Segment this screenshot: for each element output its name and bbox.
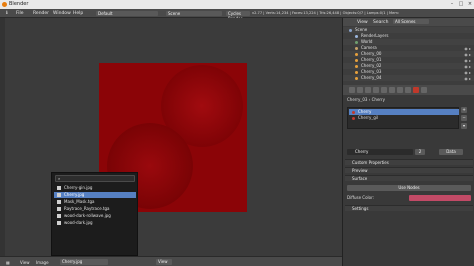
close-icon[interactable]: × — [466, 1, 474, 7]
menu-render[interactable]: Render — [33, 11, 49, 16]
mesh-object-icon — [355, 70, 358, 74]
scene-stats: v2.77 | Verts:14,234 | Faces:13,224 | Tr… — [252, 11, 400, 15]
image-browser-popup[interactable]: ⌕ Cherry-gin.jpg Cherry.jpg Mask_Mask.tg… — [51, 172, 138, 256]
render-layers-icon — [355, 34, 358, 38]
panel-custom-properties[interactable]: Custom Properties — [345, 159, 473, 165]
render-engine-select[interactable]: Cycles Render — [226, 11, 250, 21]
modifiers-tab-icon[interactable] — [397, 87, 403, 93]
layout-select[interactable]: Default — [96, 11, 158, 16]
layers-tab-icon[interactable] — [357, 87, 363, 93]
material-name-value: Cherry — [355, 149, 369, 154]
remove-slot-button[interactable]: − — [461, 115, 467, 121]
scene-select[interactable]: Scene — [166, 11, 222, 16]
menu-file[interactable]: File — [16, 11, 24, 16]
image-file-icon — [57, 193, 61, 197]
image-editor-header: ▦ View Image Cherry.jpg View — [0, 256, 342, 266]
slot-specials-button[interactable]: ▾ — [461, 123, 467, 129]
image-file-icon — [57, 214, 61, 218]
diffuse-color-row: Diffuse Color: — [347, 195, 471, 201]
menu-view[interactable]: View — [20, 260, 30, 265]
mesh-object-icon — [355, 52, 358, 56]
image-item[interactable]: wood-dark.jpg — [54, 220, 136, 226]
image-item[interactable]: Mask_Mask.tga — [54, 199, 136, 205]
image-item-label: Mask_Mask.tga — [64, 199, 95, 204]
menu-window[interactable]: Window — [53, 11, 71, 16]
breadcrumb-material: Cherry — [371, 97, 385, 102]
add-slot-button[interactable]: + — [461, 107, 467, 113]
search-icon: ⌕ — [58, 176, 61, 181]
image-file-icon — [57, 200, 61, 204]
use-nodes-button[interactable]: Use Nodes — [347, 185, 471, 191]
material-icon — [352, 110, 355, 114]
image-item-label: Raytrace_Raytrace.tga — [64, 206, 110, 211]
tool-shelf-tabs[interactable] — [0, 18, 5, 256]
panel-surface[interactable]: Surface — [345, 175, 473, 181]
data-tab-icon[interactable] — [405, 87, 411, 93]
constraints-tab-icon[interactable] — [389, 87, 395, 93]
view-mode-select[interactable]: View — [156, 259, 172, 265]
minimize-icon[interactable]: – — [448, 1, 456, 7]
image-file-icon — [57, 221, 61, 225]
outliner-panel: View Search All Scenes Scene RenderLayer… — [342, 18, 474, 85]
panel-settings[interactable]: Settings — [345, 205, 473, 211]
material-tab-icon[interactable] — [413, 87, 419, 93]
image-file-icon — [57, 207, 61, 211]
menu-image[interactable]: Image — [36, 260, 49, 265]
image-item[interactable]: Raytrace_Raytrace.tga — [54, 206, 136, 212]
outliner-row[interactable]: Cherry_04 ◉ ▸ — [343, 75, 474, 81]
editor-type-icon[interactable]: ▦ — [6, 260, 10, 265]
window-title: Blender — [9, 1, 29, 7]
material-users-count[interactable]: 2 — [415, 149, 425, 155]
diffuse-color-label: Diffuse Color: — [347, 195, 375, 200]
outliner-search-menu[interactable]: Search — [373, 20, 388, 25]
material-slot-label: Cherry — [358, 109, 372, 114]
outliner-filter-select[interactable]: All Scenes — [393, 19, 429, 24]
info-menu-icon[interactable]: ℹ — [6, 11, 8, 16]
maximize-icon[interactable]: □ — [457, 1, 465, 7]
info-header: ℹ File Render Window Help Default Scene … — [0, 9, 474, 21]
mesh-object-icon — [355, 76, 358, 80]
properties-editor: Cherry_03 › Cherry Cherry Cherry_gil + −… — [342, 85, 474, 266]
material-name-field[interactable]: Cherry — [347, 149, 413, 155]
image-file-icon — [57, 186, 61, 190]
panel-preview[interactable]: Preview — [345, 167, 473, 173]
mesh-object-icon — [355, 64, 358, 68]
image-item-label: wood-dark.jpg — [64, 220, 93, 225]
outliner-view-menu[interactable]: View — [357, 20, 368, 25]
image-search-input[interactable]: ⌕ — [55, 175, 135, 182]
mesh-object-icon — [355, 58, 358, 62]
material-slot[interactable]: Cherry_gil — [349, 115, 459, 121]
material-link-select[interactable]: Data — [439, 149, 463, 155]
outliner-row-label: Cherry_04 — [361, 75, 382, 80]
image-item-label: Cherry-gin.jpg — [64, 185, 93, 190]
camera-icon — [355, 46, 358, 50]
breadcrumb: Cherry_03 › Cherry — [347, 97, 385, 102]
image-item[interactable]: Cherry-gin.jpg — [54, 185, 136, 191]
object-tab-icon[interactable] — [381, 87, 387, 93]
outliner-header: View Search All Scenes — [343, 18, 474, 26]
blender-logo-icon — [2, 2, 7, 7]
texture-tab-icon[interactable] — [421, 87, 427, 93]
image-name-field[interactable]: Cherry.jpg — [60, 259, 108, 265]
material-slot-list[interactable]: Cherry Cherry_gil — [347, 107, 459, 129]
menu-help[interactable]: Help — [73, 11, 83, 16]
material-icon — [352, 116, 355, 120]
properties-tabs — [343, 85, 474, 95]
render-tab-icon[interactable] — [349, 87, 355, 93]
world-icon — [355, 40, 358, 44]
material-slot-label: Cherry_gil — [358, 115, 379, 120]
visibility-icon[interactable]: ◉ ▸ — [464, 76, 471, 82]
image-item-label: wood-dark-rollwave.jpg — [64, 213, 111, 218]
world-tab-icon[interactable] — [373, 87, 379, 93]
image-item[interactable]: wood-dark-rollwave.jpg — [54, 213, 136, 219]
diffuse-color-swatch[interactable] — [409, 195, 471, 201]
breadcrumb-object: Cherry_03 — [347, 97, 368, 102]
window-titlebar: Blender – □ × — [0, 0, 474, 9]
image-item-label: Cherry.jpg — [64, 192, 85, 197]
scene-tab-icon[interactable] — [365, 87, 371, 93]
image-item-selected[interactable]: Cherry.jpg — [54, 192, 136, 198]
scene-icon — [349, 28, 352, 32]
